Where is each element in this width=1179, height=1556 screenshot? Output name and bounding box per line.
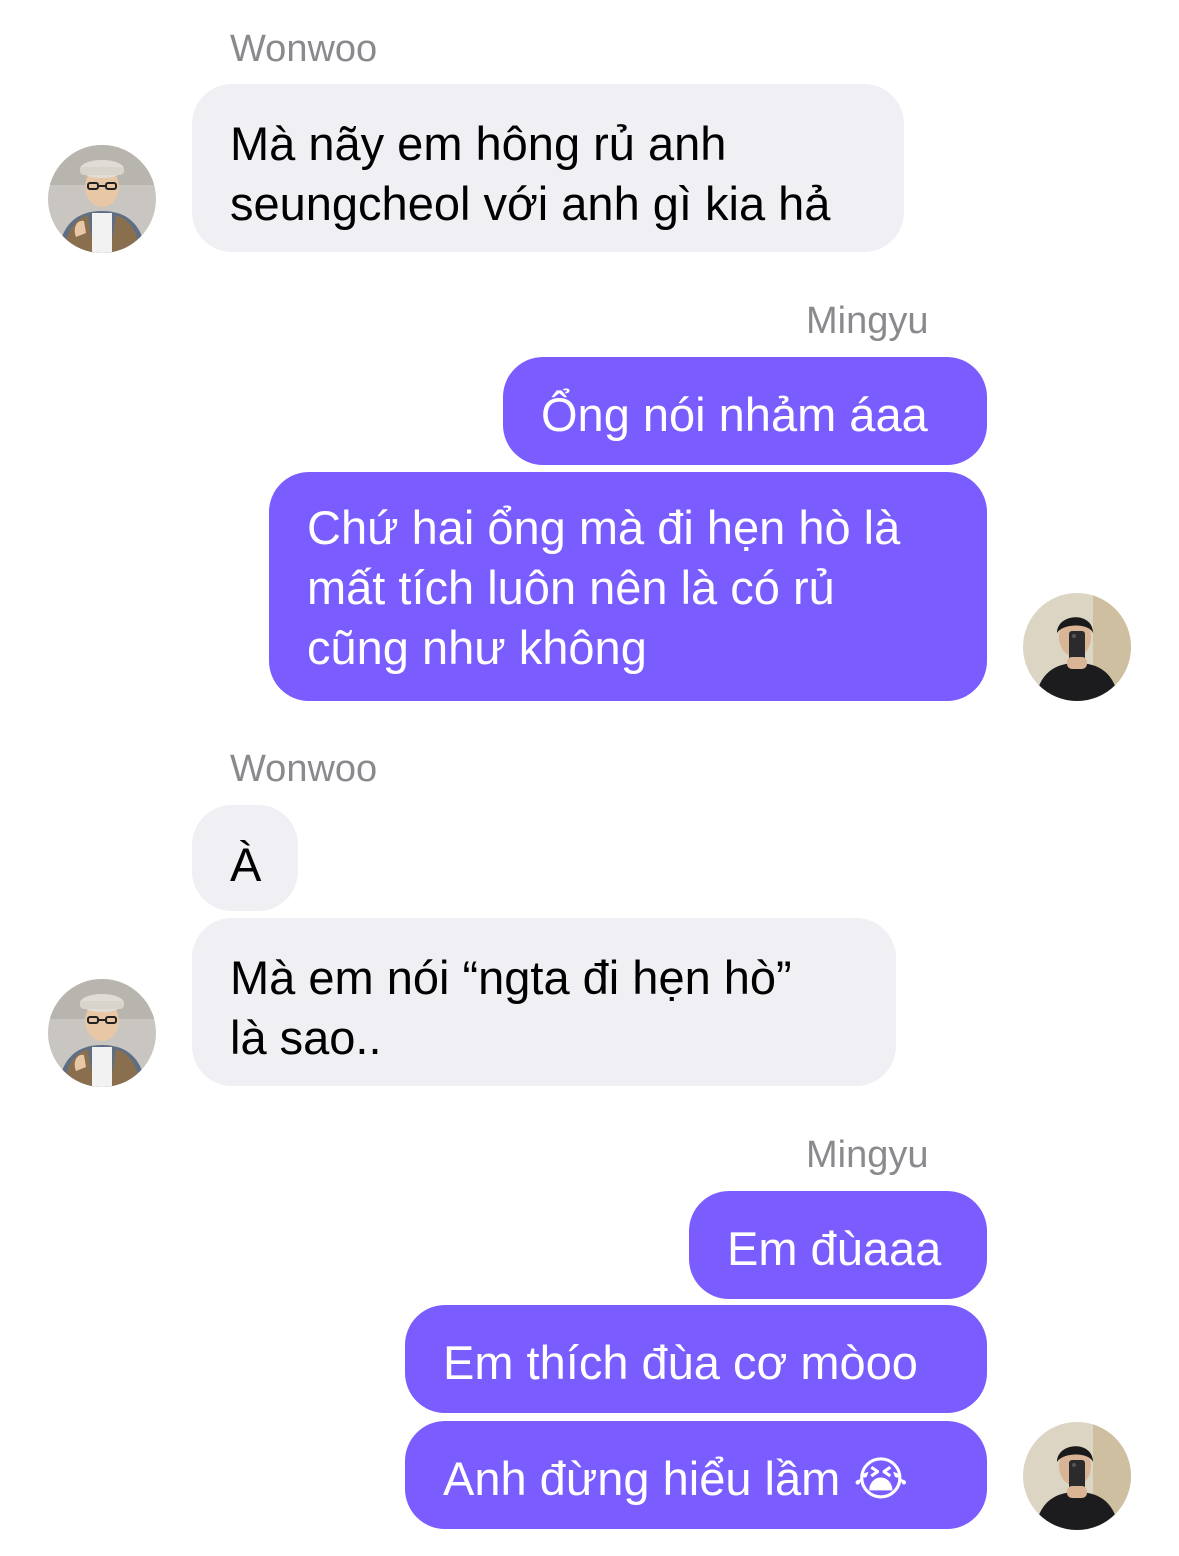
wonwoo-avatar[interactable]	[48, 145, 156, 253]
message-bubble-incoming[interactable]: Mà em nói “ngta đi hẹn hò” là sao..	[192, 918, 896, 1086]
message-bubble-outgoing[interactable]: Em thích đùa cơ mòoo	[405, 1305, 987, 1413]
chat-thread: Wonwoo Mà nãy em hông rủ anh seungcheol v…	[0, 0, 1179, 1556]
message-bubble-incoming[interactable]: À	[192, 805, 298, 911]
mingyu-avatar[interactable]	[1023, 1422, 1131, 1530]
mingyu-avatar[interactable]	[1023, 593, 1131, 701]
message-bubble-outgoing[interactable]: Ổng nói nhảm áaa	[503, 357, 987, 465]
sender-name-mingyu: Mingyu	[806, 300, 929, 342]
message-bubble-outgoing[interactable]: Em đùaaa	[689, 1191, 987, 1299]
message-bubble-incoming[interactable]: Mà nãy em hông rủ anh seungcheol với anh …	[192, 84, 904, 252]
message-bubble-outgoing[interactable]: Chứ hai ổng mà đi hẹn hò là mất tích luôn…	[269, 472, 987, 701]
sender-name-mingyu: Mingyu	[806, 1134, 929, 1176]
sender-name-wonwoo: Wonwoo	[230, 28, 378, 70]
message-bubble-outgoing[interactable]: Anh đừng hiểu lầm 😭	[405, 1421, 987, 1529]
sender-name-wonwoo: Wonwoo	[230, 748, 378, 790]
wonwoo-avatar[interactable]	[48, 979, 156, 1087]
